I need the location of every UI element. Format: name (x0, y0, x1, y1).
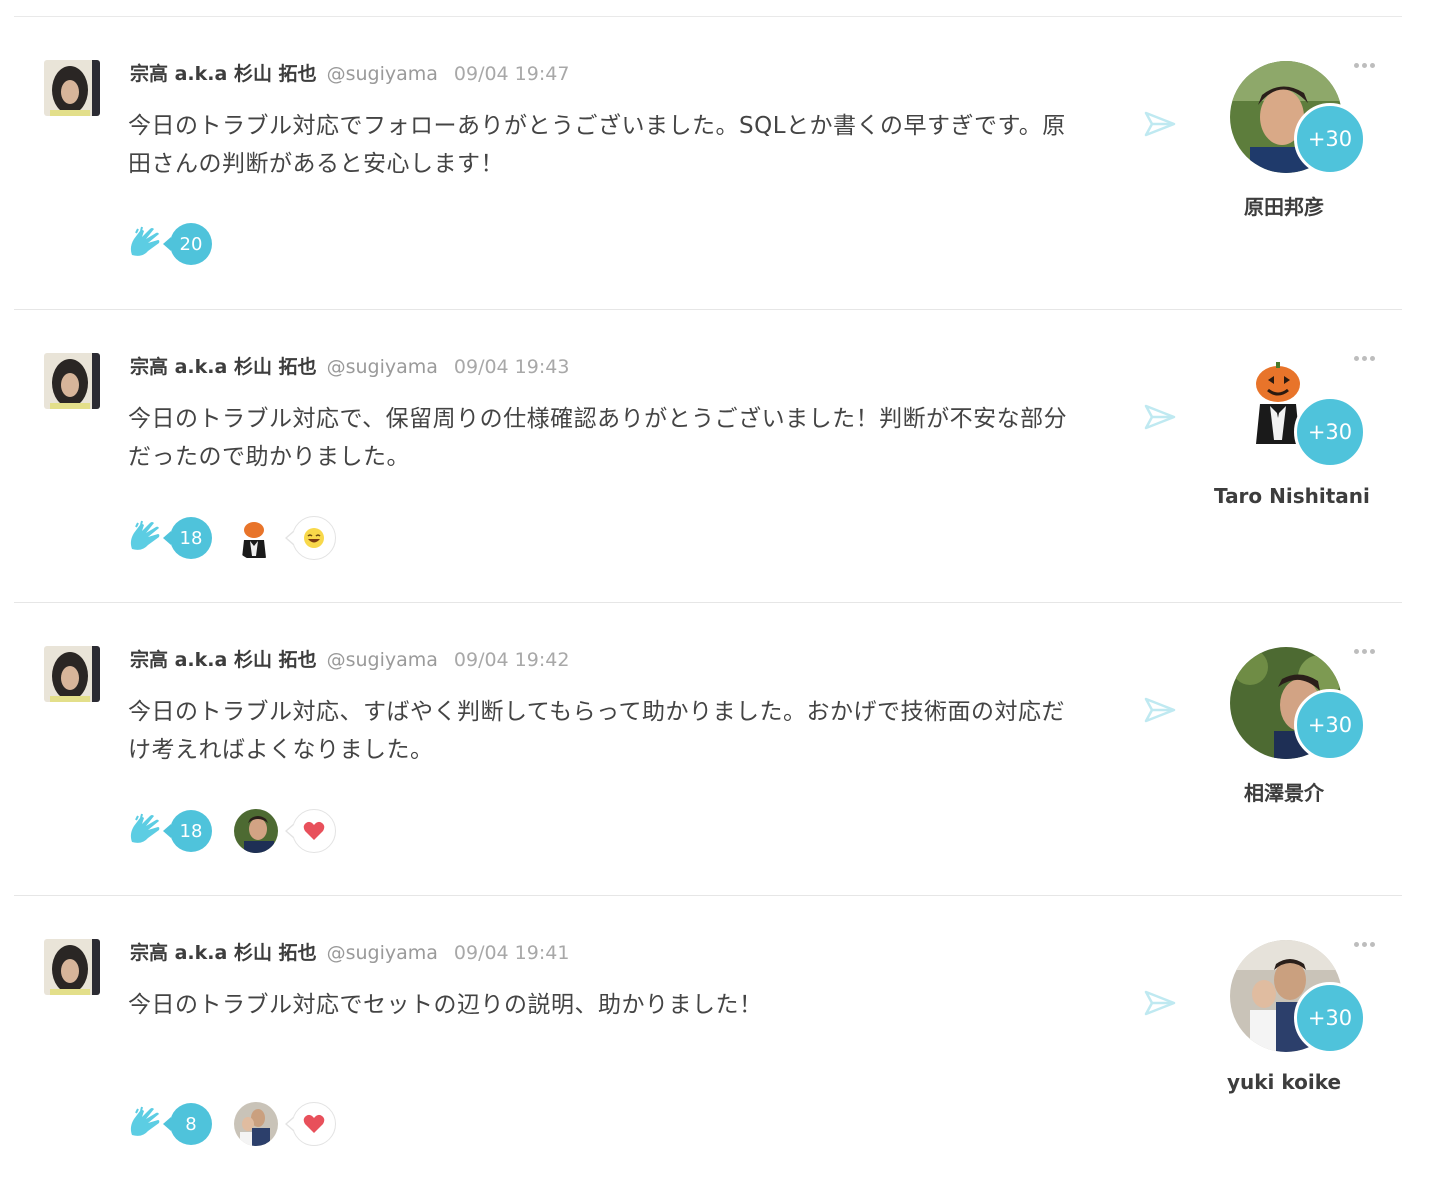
clap-count-badge[interactable]: 20 (163, 223, 212, 265)
send-icon[interactable] (1144, 111, 1176, 137)
author-avatar[interactable] (44, 939, 100, 995)
post-body-line: け考えればよくなりました。 (128, 737, 434, 763)
recipient-name[interactable]: 相澤景介 (1214, 777, 1354, 806)
author-name[interactable]: 宗高 a.k.a 杉山 拓也 (130, 59, 317, 86)
author-handle[interactable]: @sugiyama (327, 942, 438, 964)
more-options-icon[interactable] (1354, 352, 1380, 364)
post-body-line: 田さんの判断があると安心します！ (128, 151, 504, 177)
clap-icon[interactable] (126, 519, 164, 557)
post-meta: 宗高 a.k.a 杉山 拓也 @sugiyama 09/04 19:42 (130, 645, 569, 673)
recipient-name[interactable]: yuki koike (1214, 1070, 1354, 1094)
author-name[interactable]: 宗高 a.k.a 杉山 拓也 (130, 938, 317, 965)
clap-count-badge[interactable]: 18 (163, 810, 212, 852)
reactor-avatar[interactable] (234, 809, 278, 853)
author-name[interactable]: 宗高 a.k.a 杉山 拓也 (130, 645, 317, 672)
clap-icon[interactable] (126, 1105, 164, 1143)
clap-icon[interactable] (126, 812, 164, 850)
reactor-avatar[interactable] (234, 516, 278, 560)
post-body-line: 今日のトラブル対応、すばやく判断してもらって助かりました。おかげで技術面の対応だ (128, 699, 1066, 725)
plus-count-badge[interactable]: +30 (1294, 103, 1366, 175)
laughing-emoji-icon (304, 528, 324, 548)
send-icon[interactable] (1144, 697, 1176, 723)
post-card: 宗高 a.k.a 杉山 拓也 @sugiyama 09/04 19:43 今日の… (14, 310, 1402, 603)
send-icon[interactable] (1144, 990, 1176, 1016)
post-body: 今日のトラブル対応でセットの辺りの説明、助かりました！ (128, 986, 1128, 1024)
heart-icon (303, 1114, 325, 1133)
plus-count-badge[interactable]: +30 (1294, 396, 1366, 468)
author-handle[interactable]: @sugiyama (327, 63, 438, 85)
reaction-emoji-bubble[interactable] (285, 809, 336, 853)
clap-count-badge[interactable]: 8 (163, 1103, 212, 1145)
post-body-line: 今日のトラブル対応でフォローありがとうございました。SQLとか書くの早すぎです。… (128, 113, 1066, 139)
more-options-icon[interactable] (1354, 59, 1380, 71)
post-timestamp: 09/04 19:43 (453, 356, 570, 378)
post-body-line: 今日のトラブル対応でセットの辺りの説明、助かりました！ (128, 992, 763, 1018)
post-card: 宗高 a.k.a 杉山 拓也 @sugiyama 09/04 19:47 今日の… (14, 17, 1402, 310)
author-handle[interactable]: @sugiyama (327, 356, 438, 378)
post-card: 宗高 a.k.a 杉山 拓也 @sugiyama 09/04 19:41 今日の… (14, 896, 1402, 1188)
post-meta: 宗高 a.k.a 杉山 拓也 @sugiyama 09/04 19:41 (130, 938, 569, 966)
post-timestamp: 09/04 19:41 (453, 942, 570, 964)
author-handle[interactable]: @sugiyama (327, 649, 438, 671)
post-body: 今日のトラブル対応で、保留周りの仕様確認ありがとうございました！判断が不安な部分… (128, 400, 1128, 476)
author-avatar[interactable] (44, 646, 100, 702)
post-timestamp: 09/04 19:47 (453, 63, 570, 85)
post-card: 宗高 a.k.a 杉山 拓也 @sugiyama 09/04 19:42 今日の… (14, 603, 1402, 896)
plus-count-badge[interactable]: +30 (1294, 982, 1366, 1054)
reaction-emoji-bubble[interactable] (285, 1102, 336, 1146)
post-meta: 宗高 a.k.a 杉山 拓也 @sugiyama 09/04 19:47 (130, 59, 569, 87)
reaction-bar: 18 (126, 516, 336, 560)
recipient-name[interactable]: Taro Nishitani (1214, 484, 1370, 508)
reaction-bar: 20 (126, 223, 212, 265)
post-body: 今日のトラブル対応、すばやく判断してもらって助かりました。おかげで技術面の対応だ… (128, 693, 1128, 769)
post-feed: 宗高 a.k.a 杉山 拓也 @sugiyama 09/04 19:47 今日の… (0, 17, 1440, 1188)
author-avatar[interactable] (44, 60, 100, 116)
more-options-icon[interactable] (1354, 645, 1380, 657)
author-name[interactable]: 宗高 a.k.a 杉山 拓也 (130, 352, 317, 379)
reaction-bar: 18 (126, 809, 336, 853)
post-meta: 宗高 a.k.a 杉山 拓也 @sugiyama 09/04 19:43 (130, 352, 569, 380)
reaction-bar: 8 (126, 1102, 336, 1146)
reactor-avatar[interactable] (234, 1102, 278, 1146)
reaction-emoji-bubble[interactable] (285, 516, 336, 560)
post-body-line: 今日のトラブル対応で、保留周りの仕様確認ありがとうございました！判断が不安な部分 (128, 406, 1068, 432)
heart-icon (303, 821, 325, 840)
clap-count-badge[interactable]: 18 (163, 517, 212, 559)
post-body: 今日のトラブル対応でフォローありがとうございました。SQLとか書くの早すぎです。… (128, 107, 1128, 183)
send-icon[interactable] (1144, 404, 1176, 430)
more-options-icon[interactable] (1354, 938, 1380, 950)
author-avatar[interactable] (44, 353, 100, 409)
plus-count-badge[interactable]: +30 (1294, 689, 1366, 761)
post-timestamp: 09/04 19:42 (453, 649, 570, 671)
recipient-name[interactable]: 原田邦彦 (1214, 191, 1354, 220)
clap-icon[interactable] (126, 225, 164, 263)
post-body-line: だったので助かりました。 (128, 444, 410, 470)
